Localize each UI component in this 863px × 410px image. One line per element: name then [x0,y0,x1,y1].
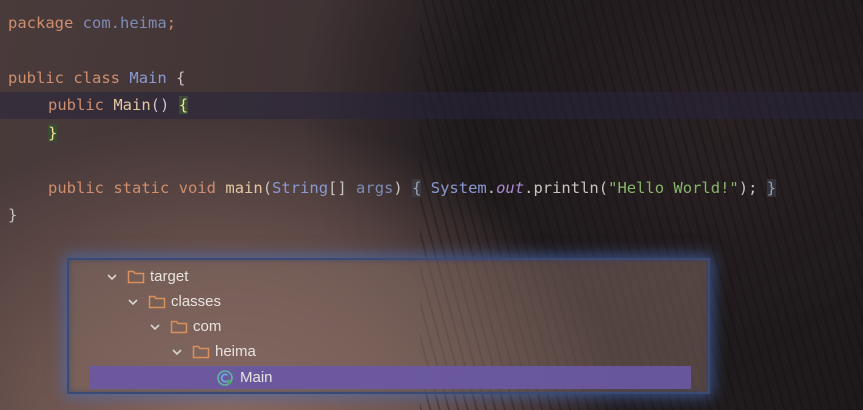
chevron-down-icon[interactable] [126,295,140,309]
chevron-down-icon[interactable] [170,345,184,359]
parens: () [150,96,170,114]
package-name: com.heima [82,14,167,32]
keyword: static [113,179,170,197]
chevron-down-icon[interactable] [105,270,119,284]
tree-node-label: classes [171,293,222,310]
constructor-name: Main [113,96,151,114]
code-line-3[interactable]: public class Main { [8,65,863,92]
chevron-down-icon[interactable] [148,320,162,334]
code-line-1[interactable]: package com.heima; [8,10,863,37]
tree-node-main[interactable]: Main [216,365,273,390]
folder-icon [170,319,188,334]
dot: . [486,179,497,197]
tree-node-heima[interactable]: heima [170,339,256,364]
keyword: void [178,179,217,197]
brace: { [176,69,186,87]
matched-brace: { [178,96,189,114]
keyword: class [73,69,121,87]
method-name: main [225,179,263,197]
method-call: println [533,179,599,197]
folder-icon [192,344,210,359]
paren: ) [393,179,403,197]
matched-brace: } [48,124,58,142]
code-line-4[interactable]: public Main() { [0,92,863,119]
static-field: out [496,179,525,197]
keyword: public [8,69,64,87]
tree-node-com[interactable]: com [148,314,221,339]
paren: ( [598,179,609,197]
brace: } [8,206,18,224]
code-line-8[interactable]: } [8,202,863,229]
tree-node-label: Main [240,369,273,386]
folder-icon [148,294,166,309]
folder-icon [127,269,145,284]
selected-row-highlight [89,366,691,389]
paren: ( [262,179,273,197]
tree-node-label: target [150,268,189,285]
folded-brace[interactable]: } [766,179,777,197]
semicolon: ; [166,14,177,32]
tree-node-label: heima [215,343,256,360]
code-editor[interactable]: package com.heima; public class Main { p… [0,0,863,240]
string-literal: "Hello World!" [608,179,739,197]
project-tree-popup[interactable]: target classes com heima Main [67,258,710,394]
keyword: package [8,14,74,32]
compiled-class-icon [216,369,234,387]
folded-brace[interactable]: { [412,179,422,197]
type-name: String [272,179,329,197]
code-line-7[interactable]: public static void main(String[] args) {… [48,175,863,202]
paren-semicolon: ); [738,179,758,197]
class-name: Main [129,69,167,87]
tree-node-classes[interactable]: classes [126,289,221,314]
array-brackets: [] [328,179,347,197]
tree-node-label: com [193,318,222,335]
keyword: public [48,179,104,197]
code-line-5[interactable]: } [48,120,863,147]
tree-node-target[interactable]: target [105,264,188,289]
system-class: System [430,179,487,197]
param-name: args [356,179,394,197]
keyword: public [48,96,104,114]
